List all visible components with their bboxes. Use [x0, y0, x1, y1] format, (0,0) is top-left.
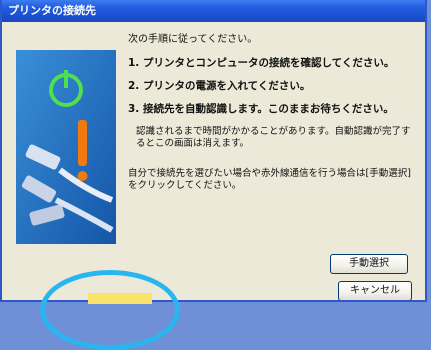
dialog-content: 次の手順に従ってください。 1. プリンタとコンピュータの接続を確認してください… — [122, 30, 422, 192]
dialog-window: プリンタの接続先 次の手順に従ってください。 1. プリンタとコンピュータの接続… — [0, 0, 427, 302]
connection-illustration — [16, 50, 116, 244]
step-1: 1. プリンタとコンピュータの接続を確認してください。 — [128, 57, 395, 69]
step-3: 3. 接続先を自動認識します。このままお待ちください。 — [128, 103, 394, 115]
recognition-note: 認識されるまで時間がかかることがあります。自動認識が完了するとこの画面は消えます… — [136, 126, 411, 149]
highlight-circle — [40, 270, 180, 350]
title-bar[interactable]: プリンタの接続先 — [2, 0, 425, 22]
window-title: プリンタの接続先 — [8, 4, 96, 17]
manual-selection-hint: 自分で接続先を選びたい場合や赤外線通信を行う場合は[手動選択]をクリックしてくだ… — [128, 168, 411, 191]
instruction-text: 次の手順に従ってください。 — [128, 34, 258, 45]
cancel-button[interactable]: キャンセル — [338, 281, 412, 300]
step-2: 2. プリンタの電源を入れてください。 — [128, 80, 311, 92]
illustration-svg — [16, 50, 116, 244]
manual-select-button[interactable]: 手動選択 — [330, 254, 408, 274]
